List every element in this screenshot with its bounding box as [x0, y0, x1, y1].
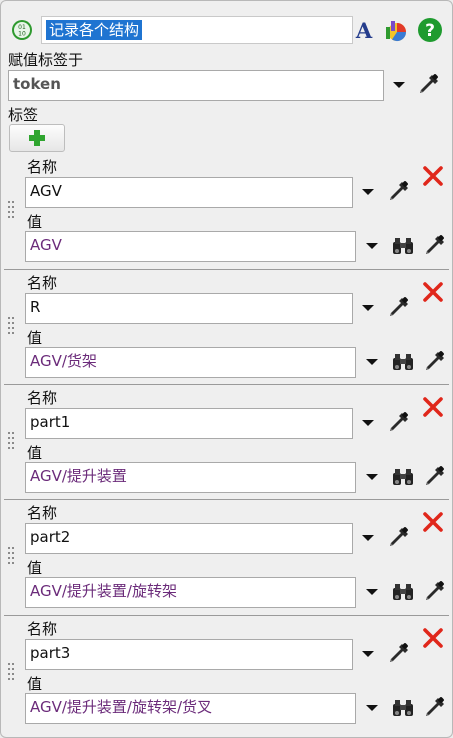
value-dropdown-arrow[interactable] — [366, 243, 378, 249]
value-dropdown-arrow[interactable] — [366, 589, 378, 595]
drag-handle-icon[interactable] — [8, 547, 16, 569]
add-label-button[interactable] — [9, 124, 65, 152]
eyedropper-icon[interactable] — [385, 295, 411, 321]
entry-divider — [4, 499, 449, 500]
name-dropdown-arrow[interactable] — [362, 305, 374, 311]
value-label: 值 — [27, 213, 43, 231]
activity-logo-icon: 01 10 — [12, 20, 32, 40]
value-dropdown-arrow[interactable] — [366, 359, 378, 365]
drag-handle-icon[interactable] — [8, 663, 16, 685]
label-value-field[interactable]: AGV/货架 — [25, 347, 356, 378]
binoculars-icon[interactable] — [390, 349, 416, 375]
name-label: 名称 — [27, 274, 58, 292]
label-name-field[interactable]: R — [25, 293, 353, 324]
delete-icon[interactable] — [420, 163, 446, 189]
help-icon[interactable]: ? — [417, 17, 443, 43]
binoculars-icon[interactable] — [390, 579, 416, 605]
drag-handle-icon[interactable] — [8, 317, 16, 339]
label-name-field[interactable]: part3 — [25, 639, 353, 670]
drag-handle-icon[interactable] — [8, 201, 16, 223]
label-entry: 名称 part1 值 AGV/提升装置 — [1, 384, 452, 499]
label-entry: 名称 part2 值 AGV/提升装置/旋转架 — [1, 499, 452, 614]
binoculars-icon[interactable] — [390, 695, 416, 721]
svg-text:10: 10 — [18, 31, 26, 38]
name-dropdown-arrow[interactable] — [362, 651, 374, 657]
delete-icon[interactable] — [420, 625, 446, 651]
activity-title-input[interactable]: 记录各个结构 — [41, 16, 353, 44]
eyedropper-icon[interactable] — [421, 464, 447, 490]
drag-handle-icon[interactable] — [8, 432, 16, 454]
eyedropper-icon[interactable] — [421, 233, 447, 259]
delete-icon[interactable] — [420, 279, 446, 305]
svg-text:?: ? — [425, 21, 435, 41]
label-value-field[interactable]: AGV/提升装置/旋转架/货叉 — [25, 693, 356, 724]
label-entry: 名称 part3 值 AGV/提升装置/旋转架/货叉 — [1, 615, 452, 730]
assign-label: 赋值标签于 — [8, 51, 84, 69]
name-dropdown-arrow[interactable] — [362, 420, 374, 426]
value-label: 值 — [27, 559, 43, 577]
eyedropper-icon[interactable] — [421, 695, 447, 721]
label-name-field[interactable]: part2 — [25, 523, 353, 554]
label-value-field[interactable]: AGV — [25, 231, 356, 262]
activity-title-text: 记录各个结构 — [46, 20, 143, 40]
entry-divider — [4, 615, 449, 616]
entry-divider — [4, 384, 449, 385]
name-dropdown-arrow[interactable] — [362, 535, 374, 541]
delete-icon[interactable] — [420, 394, 446, 420]
svg-text:A: A — [355, 18, 373, 43]
label-name-field[interactable]: part1 — [25, 408, 353, 439]
chart-icon[interactable] — [383, 17, 409, 43]
label-entry: 名称 AGV 值 AGV — [1, 153, 452, 268]
eyedropper-icon[interactable] — [421, 349, 447, 375]
label-entry: 名称 R 值 AGV/货架 — [1, 269, 452, 384]
plus-icon — [29, 130, 45, 146]
name-label: 名称 — [27, 389, 58, 407]
label-value-field[interactable]: AGV/提升装置 — [25, 462, 356, 493]
eyedropper-icon[interactable] — [385, 179, 411, 205]
label-value-field[interactable]: AGV/提升装置/旋转架 — [25, 577, 356, 608]
header: 01 10 记录各个结构 A ? — [7, 15, 447, 45]
entry-divider — [4, 269, 449, 270]
eyedropper-icon[interactable] — [385, 525, 411, 551]
value-label: 值 — [27, 444, 43, 462]
name-label: 名称 — [27, 620, 58, 638]
eyedropper-icon[interactable] — [385, 641, 411, 667]
delete-icon[interactable] — [420, 509, 446, 535]
binoculars-icon[interactable] — [390, 233, 416, 259]
eyedropper-icon[interactable] — [415, 72, 441, 98]
eyedropper-icon[interactable] — [421, 579, 447, 605]
value-dropdown-arrow[interactable] — [366, 474, 378, 480]
eyedropper-icon[interactable] — [385, 410, 411, 436]
edit-panel: 01 10 记录各个结构 A ? 赋值标签于 token 标签 名称 AGV 值 A — [0, 0, 453, 738]
value-label: 值 — [27, 675, 43, 693]
text-format-icon[interactable]: A — [351, 17, 377, 43]
labels-heading: 标签 — [8, 106, 39, 124]
label-name-field[interactable]: AGV — [25, 177, 353, 208]
value-dropdown-arrow[interactable] — [366, 705, 378, 711]
value-label: 值 — [27, 329, 43, 347]
assign-to-field[interactable]: token — [8, 70, 384, 101]
binoculars-icon[interactable] — [390, 464, 416, 490]
assign-dropdown-arrow[interactable] — [393, 82, 405, 88]
name-label: 名称 — [27, 158, 58, 176]
name-label: 名称 — [27, 504, 58, 522]
name-dropdown-arrow[interactable] — [362, 189, 374, 195]
